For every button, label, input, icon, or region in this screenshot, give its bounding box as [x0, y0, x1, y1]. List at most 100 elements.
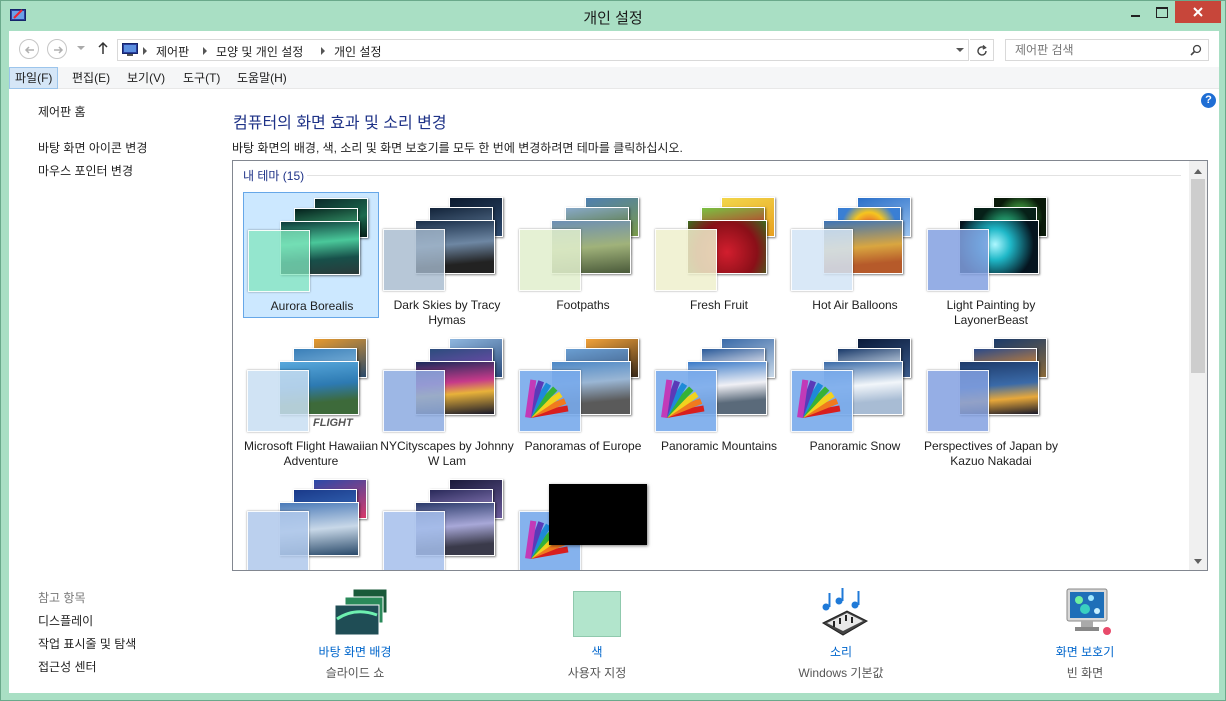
- theme-list: 내 테마 (15) Aurora Borealis Dark Skies by …: [232, 160, 1208, 571]
- theme-light-painting[interactable]: Light Painting by LayonerBeast: [923, 192, 1059, 327]
- color-fan-icon: [661, 379, 705, 418]
- search-box[interactable]: [1005, 39, 1209, 61]
- forward-arrow-icon: [54, 46, 64, 54]
- minimize-button[interactable]: [1122, 1, 1148, 23]
- bottom-label[interactable]: 색: [537, 643, 657, 660]
- partial-theme-thumbnail: [243, 474, 379, 570]
- sounds-icon: [821, 588, 869, 636]
- hot-air-balloons-thumbnail: [787, 192, 923, 292]
- search-input[interactable]: [1006, 40, 1186, 60]
- footpaths-thumbnail: [515, 192, 651, 292]
- menu-file[interactable]: 파일(F): [9, 67, 59, 89]
- theme-perspectives-japan[interactable]: Perspectives of Japan by Kazuo Nakadai: [923, 333, 1059, 468]
- theme-label: Panoramic Snow: [809, 439, 901, 453]
- theme-fresh-fruit[interactable]: Fresh Fruit: [651, 192, 787, 318]
- dark-skies-thumbnail: [379, 192, 515, 292]
- breadcrumb-separator-icon: [143, 47, 147, 55]
- bottom-label[interactable]: 소리: [781, 643, 901, 660]
- see-also-display[interactable]: 디스플레이: [38, 612, 93, 629]
- address-box[interactable]: 제어판 모양 및 개인 설정 개인 설정: [117, 39, 969, 61]
- theme-label: Panoramas of Europe: [524, 439, 642, 453]
- sidebar-change-mouse-pointers[interactable]: 마우스 포인터 변경: [38, 162, 133, 179]
- theme-dark-skies[interactable]: Dark Skies by Tracy Hymas: [379, 192, 515, 327]
- refresh-icon: [977, 45, 987, 56]
- back-button[interactable]: [19, 39, 39, 59]
- bottom-label[interactable]: 바탕 화면 배경: [295, 643, 415, 660]
- breadcrumb-separator-icon: [321, 47, 325, 55]
- recent-locations-icon[interactable]: [77, 46, 85, 50]
- flight-logo: FLIGHT: [313, 417, 353, 429]
- theme-list-scrollbar[interactable]: [1189, 161, 1207, 570]
- see-also-heading: 참고 항목: [38, 591, 86, 605]
- sidebar-change-desktop-icons[interactable]: 바탕 화면 아이콘 변경: [38, 139, 147, 156]
- forward-button[interactable]: [47, 39, 67, 59]
- desktop-background-setting[interactable]: 바탕 화면 배경 슬라이드 쇼: [295, 587, 415, 683]
- menu-view[interactable]: 보기(V): [122, 67, 170, 89]
- back-arrow-icon: [24, 46, 34, 54]
- menu-tools[interactable]: 도구(T): [178, 67, 225, 89]
- close-icon: [1193, 7, 1203, 17]
- screen-saver-setting[interactable]: 화면 보호기 빈 화면: [1025, 587, 1145, 683]
- theme-microsoft-flight[interactable]: FLIGHT Microsoft Flight Hawaiian Adventu…: [243, 333, 379, 468]
- theme-panoramic-mountains[interactable]: Panoramic Mountains: [651, 333, 787, 459]
- theme-partial-1[interactable]: [243, 474, 379, 570]
- search-icon[interactable]: [1190, 44, 1202, 56]
- theme-partial-2[interactable]: [379, 474, 515, 570]
- menu-edit[interactable]: 편집(E): [67, 67, 115, 89]
- title-bar[interactable]: 개인 설정: [1, 1, 1225, 31]
- breadcrumb-appearance[interactable]: 모양 및 개인 설정: [216, 43, 303, 60]
- refresh-button[interactable]: [970, 39, 994, 61]
- menu-help[interactable]: 도움말(H): [232, 67, 292, 89]
- light-painting-thumbnail: [923, 192, 1059, 292]
- scroll-down-icon[interactable]: [1194, 559, 1202, 564]
- close-button[interactable]: [1175, 1, 1221, 23]
- color-fan-icon: [797, 379, 841, 418]
- microsoft-flight-thumbnail: FLIGHT: [243, 333, 379, 433]
- content-area: 제어판 홈 바탕 화면 아이콘 변경 마우스 포인터 변경 참고 항목 디스플레…: [9, 89, 1219, 693]
- my-themes-group-header[interactable]: 내 테마 (15): [243, 167, 304, 184]
- theme-aurora-borealis[interactable]: Aurora Borealis: [243, 192, 379, 318]
- help-icon[interactable]: ?: [1201, 93, 1216, 108]
- see-also-taskbar[interactable]: 작업 표시줄 및 탐색: [38, 635, 136, 652]
- bottom-value: Windows 기본값: [798, 666, 884, 680]
- panoramic-mountains-thumbnail: [651, 333, 787, 433]
- bottom-label[interactable]: 화면 보호기: [1025, 643, 1145, 660]
- scroll-up-icon[interactable]: [1194, 169, 1202, 174]
- theme-panoramic-snow[interactable]: Panoramic Snow: [787, 333, 923, 459]
- theme-label: Dark Skies by Tracy Hymas: [393, 298, 501, 327]
- color-setting[interactable]: 색 사용자 지정: [537, 587, 657, 683]
- theme-label: Perspectives of Japan by Kazuo Nakadai: [923, 439, 1059, 468]
- see-also-ease-of-access[interactable]: 접근성 센터: [38, 658, 97, 675]
- breadcrumb-personalization[interactable]: 개인 설정: [334, 43, 382, 60]
- partial-theme-thumbnail: [379, 474, 515, 570]
- perspectives-japan-thumbnail: [923, 333, 1059, 433]
- control-panel-icon: [122, 43, 138, 56]
- theme-panoramas-europe[interactable]: Panoramas of Europe: [515, 333, 651, 459]
- sidebar-control-panel-home[interactable]: 제어판 홈: [38, 103, 86, 120]
- breadcrumb-control-panel[interactable]: 제어판: [156, 43, 189, 60]
- theme-hot-air-balloons[interactable]: Hot Air Balloons: [787, 192, 923, 318]
- maximize-button[interactable]: [1148, 1, 1175, 23]
- theme-label: Panoramic Mountains: [660, 439, 778, 453]
- theme-label: Light Painting by LayonerBeast: [946, 298, 1036, 327]
- scroll-thumb[interactable]: [1191, 179, 1205, 373]
- theme-label: Fresh Fruit: [689, 298, 748, 312]
- breadcrumb-separator-icon: [203, 47, 207, 55]
- menu-bar: 파일(F) 편집(E) 보기(V) 도구(T) 도움말(H): [9, 67, 1219, 89]
- theme-label: Hot Air Balloons: [812, 298, 898, 312]
- fresh-fruit-thumbnail: [651, 192, 787, 292]
- desktop-background-icon: [334, 588, 388, 636]
- theme-label: Footpaths: [556, 298, 610, 312]
- bottom-value: 빈 화면: [1066, 666, 1104, 680]
- theme-label: Microsoft Flight Hawaiian Adventure: [243, 439, 379, 468]
- address-dropdown-icon[interactable]: [956, 48, 964, 52]
- theme-footpaths[interactable]: Footpaths: [515, 192, 651, 318]
- page-description: 바탕 화면의 배경, 색, 소리 및 화면 보호기를 모두 한 번에 변경하려면…: [232, 141, 683, 155]
- theme-nycityscapes[interactable]: NYCityscapes by Johnny W Lam: [379, 333, 515, 468]
- sounds-setting[interactable]: 소리 Windows 기본값: [781, 587, 901, 683]
- up-arrow-icon[interactable]: [97, 41, 109, 55]
- color-fan-icon: [525, 379, 569, 418]
- page-title: 컴퓨터의 화면 효과 및 소리 변경: [233, 115, 447, 132]
- bottom-value: 슬라이드 쇼: [325, 666, 385, 680]
- personalization-window: 개인 설정 제어판 모양 및 개인 설정 개인 설정 제어판 검색 파일(F) …: [0, 0, 1226, 701]
